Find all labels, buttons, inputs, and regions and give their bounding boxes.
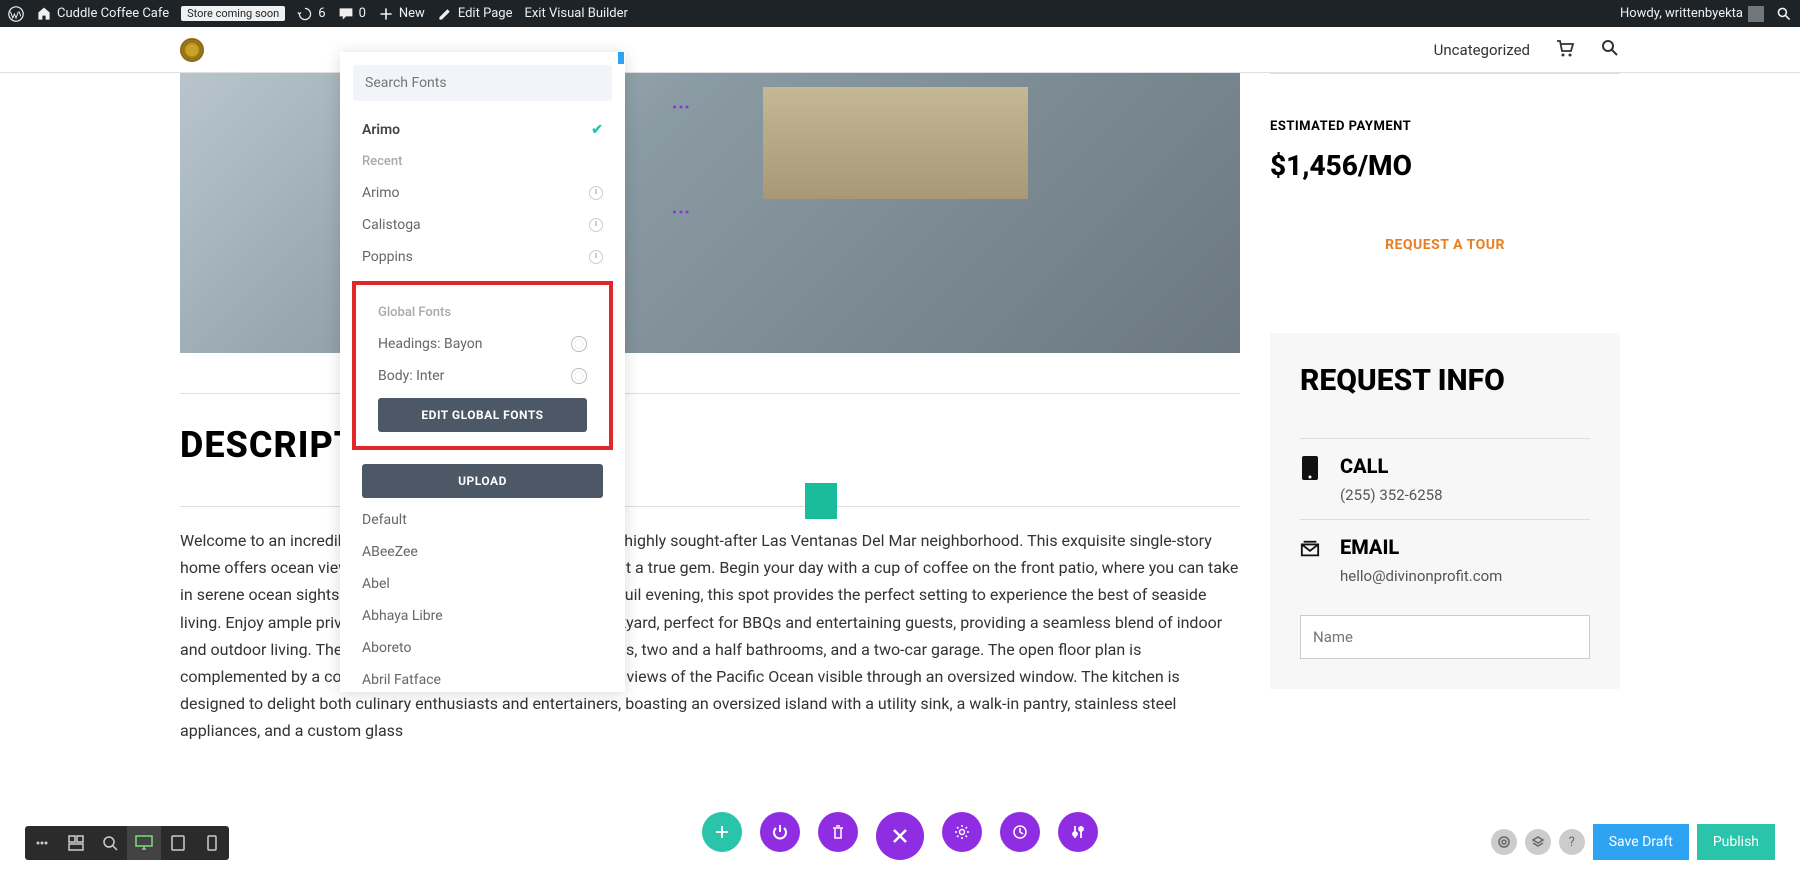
new-link[interactable]: New — [378, 6, 425, 22]
upload-font-button[interactable]: UPLOAD — [362, 464, 603, 498]
search-icon[interactable] — [1776, 6, 1792, 22]
global-body-font[interactable]: Body: Inter — [356, 360, 609, 392]
call-label: CALL — [1340, 454, 1443, 478]
clock-icon — [589, 218, 603, 232]
divider — [180, 506, 1240, 507]
description-heading: DESCRIPT — [180, 424, 1240, 466]
wp-logo[interactable] — [8, 6, 24, 22]
edit-page-link[interactable]: Edit Page — [437, 6, 513, 22]
divider — [1270, 73, 1620, 74]
font-option-recent[interactable]: Arimo — [340, 177, 625, 209]
clock-icon — [589, 250, 603, 264]
tablet-icon[interactable] — [161, 826, 195, 860]
globe-icon — [571, 336, 587, 352]
email-label: EMAIL — [1340, 535, 1502, 559]
header-search-icon[interactable] — [1600, 38, 1620, 62]
global-fonts-label: Global Fonts — [356, 297, 609, 328]
font-option-recent[interactable]: Calistoga — [340, 209, 625, 241]
globe-icon — [571, 368, 587, 384]
cart-icon[interactable] — [1555, 38, 1575, 62]
layers-icon[interactable] — [1525, 829, 1551, 855]
power-button[interactable] — [760, 812, 800, 852]
zoom-icon[interactable] — [93, 826, 127, 860]
menu-dots-icon[interactable] — [25, 826, 59, 860]
font-option[interactable]: ABeeZee — [340, 536, 625, 568]
publish-button[interactable]: Publish — [1697, 824, 1775, 860]
module-menu-icon[interactable]: ⋮ — [670, 98, 691, 116]
builder-action-toolbar — [702, 812, 1098, 860]
edit-global-fonts-button[interactable]: EDIT GLOBAL FONTS — [378, 398, 587, 432]
font-option[interactable]: Default — [340, 504, 625, 536]
font-option-recent[interactable]: Poppins — [340, 241, 625, 273]
howdy-user[interactable]: Howdy, writtenbyekta — [1620, 6, 1764, 22]
hero-image — [180, 73, 1240, 353]
request-info-title: REQUEST INFO — [1300, 363, 1590, 398]
mobile-icon[interactable] — [195, 826, 229, 860]
estimated-payment-amount: $1,456/MO — [1270, 149, 1620, 182]
request-tour-button[interactable]: REQUEST A TOUR — [1270, 237, 1620, 253]
blue-notch — [618, 52, 624, 64]
save-draft-button[interactable]: Save Draft — [1593, 824, 1689, 860]
check-icon: ✔ — [591, 122, 603, 138]
module-menu-icon[interactable]: ⋮ — [670, 203, 691, 221]
font-picker-popup: Arimo ✔ Recent Arimo Calistoga Poppins G… — [340, 52, 625, 692]
font-option[interactable]: Aboreto — [340, 632, 625, 664]
nav-uncategorized[interactable]: Uncategorized — [1434, 41, 1530, 59]
description-body: Welcome to an incredible opportunity in … — [180, 527, 1240, 745]
site-logo[interactable] — [180, 38, 204, 62]
site-header: Uncategorized — [0, 27, 1800, 73]
estimated-payment-label: ESTIMATED PAYMENT — [1270, 119, 1620, 134]
divider — [180, 393, 1240, 394]
wp-admin-bar: Cuddle Coffee Cafe Store coming soon 6 0… — [0, 0, 1800, 27]
name-input[interactable] — [1300, 615, 1590, 659]
store-status-badge: Store coming soon — [181, 6, 285, 21]
clock-icon — [589, 186, 603, 200]
phone-icon — [1300, 454, 1320, 482]
desktop-icon[interactable] — [127, 826, 161, 860]
global-fonts-highlight: Global Fonts Headings: Bayon Body: Inter… — [352, 281, 613, 450]
help-icon[interactable]: ? — [1559, 829, 1585, 855]
font-search-input[interactable] — [353, 65, 612, 101]
email-icon — [1300, 535, 1320, 563]
teal-handle[interactable] — [805, 483, 837, 519]
comments-link[interactable]: 0 — [338, 6, 366, 22]
font-option[interactable]: Abel — [340, 568, 625, 600]
settings-button[interactable] — [942, 812, 982, 852]
font-option[interactable]: Abhaya Libre — [340, 600, 625, 632]
history-button[interactable] — [1000, 812, 1040, 852]
close-button[interactable] — [876, 812, 924, 860]
trash-button[interactable] — [818, 812, 858, 852]
font-option[interactable]: Abril Fatface — [340, 664, 625, 692]
wireframe-icon[interactable] — [59, 826, 93, 860]
call-value: (255) 352-6258 — [1340, 486, 1443, 504]
site-name-link[interactable]: Cuddle Coffee Cafe — [36, 6, 169, 22]
sliders-button[interactable] — [1058, 812, 1098, 852]
recent-section-label: Recent — [340, 146, 625, 177]
email-value: hello@divinonprofit.com — [1340, 567, 1502, 585]
updates-link[interactable]: 6 — [297, 6, 325, 22]
global-headings-font[interactable]: Headings: Bayon — [356, 328, 609, 360]
help-preview-icon[interactable] — [1491, 829, 1517, 855]
request-info-box: REQUEST INFO CALL (255) 352-6258 EMAIL h… — [1270, 333, 1620, 689]
exit-builder-link[interactable]: Exit Visual Builder — [524, 6, 627, 21]
avatar — [1748, 6, 1764, 22]
font-option-selected[interactable]: Arimo ✔ — [340, 114, 625, 146]
add-button[interactable] — [702, 812, 742, 852]
responsive-toolbar — [25, 826, 229, 860]
publish-toolbar: ? Save Draft Publish — [1491, 824, 1775, 860]
